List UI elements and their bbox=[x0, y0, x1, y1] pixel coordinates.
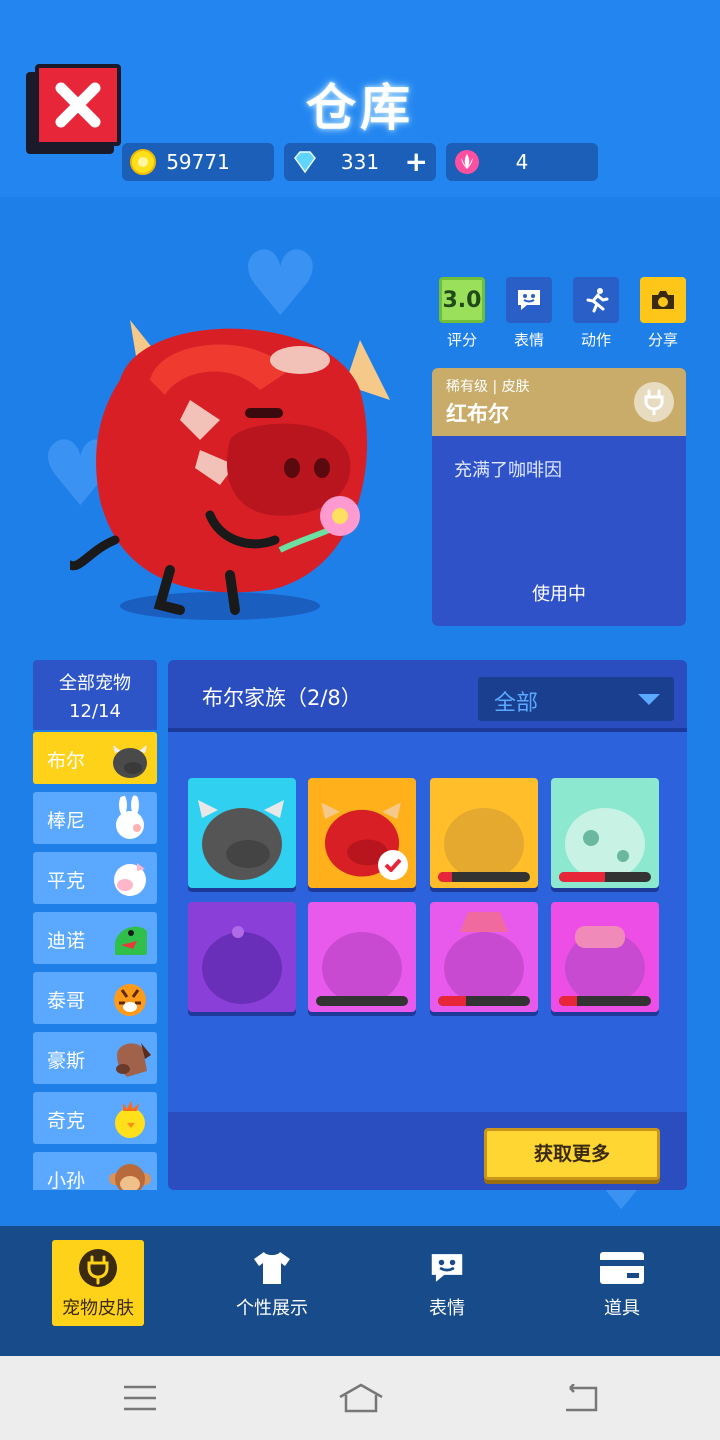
skin-progress-bar bbox=[438, 996, 530, 1006]
skin-card-locked[interactable] bbox=[430, 902, 538, 1012]
header-bar: 仓库 59771 331 + 4 bbox=[0, 0, 720, 197]
skin-card[interactable] bbox=[188, 778, 296, 888]
tab-pet-skins[interactable]: 宠物皮肤 bbox=[52, 1240, 144, 1326]
system-nav-bar bbox=[0, 1356, 720, 1440]
motion-label: 动作 bbox=[580, 331, 611, 349]
pet-item-qike[interactable]: 奇克 bbox=[33, 1092, 157, 1144]
page-title: 仓库 bbox=[306, 79, 414, 137]
dino-avatar-icon bbox=[115, 926, 147, 955]
filter-value: 全部 bbox=[494, 691, 539, 716]
share-label: 分享 bbox=[647, 331, 678, 349]
bull-avatar-icon bbox=[113, 745, 147, 778]
pet-item-pingke[interactable]: 平克 bbox=[33, 852, 157, 904]
menu-icon bbox=[124, 1385, 156, 1411]
chick-avatar-icon bbox=[115, 1101, 145, 1138]
tab-emotes[interactable]: 表情 bbox=[401, 1240, 493, 1326]
skin-info-card: 稀有级 | 皮肤 红布尔 充满了咖啡因 使用中 bbox=[432, 368, 686, 626]
diamond-amount: 331 bbox=[340, 150, 380, 174]
plug-icon bbox=[79, 1249, 117, 1287]
pet-item-dinuo[interactable]: 迪诺 bbox=[33, 912, 157, 964]
skin-description: 充满了咖啡因 bbox=[454, 460, 562, 481]
skin-card-locked[interactable] bbox=[308, 902, 416, 1012]
flower-currency: 4 bbox=[446, 143, 598, 181]
red-bull-pet-illustration bbox=[70, 320, 390, 620]
get-more-button[interactable]: 获取更多 bbox=[484, 1128, 660, 1180]
pet-item-buer[interactable]: 布尔 bbox=[33, 732, 157, 784]
pig-avatar-icon bbox=[114, 863, 146, 896]
skin-card-selected[interactable] bbox=[308, 778, 416, 888]
gold-amount: 59771 bbox=[166, 150, 230, 174]
tiger-avatar-icon bbox=[114, 984, 146, 1016]
purple-bull-skin-image bbox=[202, 926, 282, 1004]
rabbit-avatar-icon bbox=[116, 795, 144, 839]
monkey-avatar-icon bbox=[109, 1164, 151, 1190]
filter-dropdown[interactable]: 全部 bbox=[478, 677, 674, 721]
skin-progress-bar bbox=[316, 996, 408, 1006]
bottom-nav: 宠物皮肤 个性展示 表情 道具 bbox=[0, 1226, 720, 1356]
card-icon bbox=[600, 1252, 644, 1284]
back-icon bbox=[566, 1384, 598, 1412]
flower-amount: 4 bbox=[515, 150, 529, 174]
diamond-currency: 331 + bbox=[284, 143, 436, 181]
skin-progress-bar bbox=[438, 872, 530, 882]
pet-item-bangni[interactable]: 棒尼 bbox=[33, 792, 157, 844]
pet-list: 全部宠物 12/14 布尔 棒尼 平克 迪诺 泰哥 豪斯 奇克 小孙 bbox=[33, 660, 157, 1190]
emote-button[interactable]: 表情 bbox=[505, 277, 553, 350]
pet-item-taige[interactable]: 泰哥 bbox=[33, 972, 157, 1024]
all-pets-header[interactable]: 全部宠物 12/14 bbox=[33, 660, 157, 730]
skin-card-locked[interactable] bbox=[188, 902, 296, 1012]
pet-count: 12/14 bbox=[69, 701, 121, 722]
menu-button[interactable] bbox=[120, 1378, 160, 1418]
tab-items[interactable]: 道具 bbox=[576, 1240, 668, 1326]
skin-progress-bar bbox=[559, 872, 651, 882]
running-icon bbox=[586, 288, 609, 313]
grey-bull-skin-image bbox=[198, 800, 284, 880]
camera-icon bbox=[652, 291, 674, 309]
skin-card-locked[interactable] bbox=[551, 902, 659, 1012]
skin-panel: 布尔家族（2/8） 全部 获取更多 bbox=[168, 660, 687, 1190]
chat-bubble-icon bbox=[431, 1254, 463, 1282]
plug-badge-icon bbox=[634, 382, 674, 422]
motion-button[interactable]: 动作 bbox=[572, 277, 620, 350]
rating-label: 评分 bbox=[446, 331, 477, 349]
gold-currency: 59771 bbox=[122, 143, 274, 181]
chevron-down-icon bbox=[638, 694, 660, 705]
skin-card-locked[interactable] bbox=[551, 778, 659, 888]
pet-item-xiaosun[interactable]: 小孙 bbox=[33, 1152, 157, 1190]
skin-card-locked[interactable] bbox=[430, 778, 538, 888]
rating-button[interactable]: 3.0 评分 bbox=[438, 277, 486, 350]
skin-status: 使用中 bbox=[532, 584, 586, 605]
emote-label: 表情 bbox=[513, 331, 544, 349]
home-button[interactable] bbox=[338, 1378, 384, 1418]
pet-item-haosi[interactable]: 豪斯 bbox=[33, 1032, 157, 1084]
home-icon bbox=[339, 1383, 383, 1413]
share-button[interactable]: 分享 bbox=[639, 277, 687, 350]
family-title: 布尔家族（2/8） bbox=[202, 686, 362, 710]
chat-bubble-icon bbox=[518, 290, 540, 310]
horse-avatar-icon bbox=[116, 1043, 151, 1077]
add-diamond-button[interactable]: + bbox=[405, 145, 428, 179]
skin-progress-bar bbox=[559, 996, 651, 1006]
checkmark-icon bbox=[378, 850, 408, 880]
tshirt-icon bbox=[254, 1252, 290, 1284]
rating-value: 3.0 bbox=[439, 277, 485, 323]
tab-personal-display[interactable]: 个性展示 bbox=[226, 1240, 318, 1326]
back-button[interactable] bbox=[560, 1378, 600, 1418]
